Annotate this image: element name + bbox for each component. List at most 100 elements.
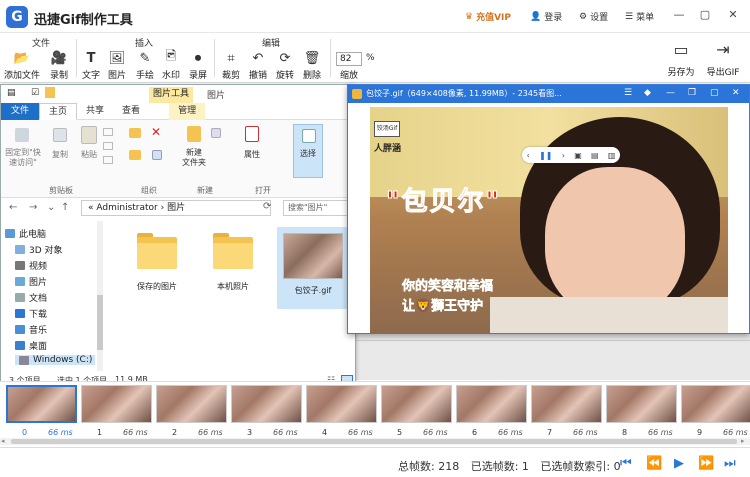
frame-thumbnail[interactable] [531,385,602,423]
maximize-icon[interactable]: ▢ [698,8,712,22]
add-file-button[interactable]: 📂 添加文件 [4,50,40,82]
zoom-input[interactable]: 82 [336,52,362,66]
up-arrow-icon[interactable]: ↑ [61,202,69,213]
address-bar[interactable]: « Administrator › 图片 [81,200,271,216]
next-icon[interactable]: › [562,151,565,160]
hamburger-icon: ☰ [625,11,634,22]
play-icon[interactable]: ▶ [674,456,684,471]
frame-thumbnail[interactable] [81,385,152,423]
watermark-button[interactable]: 🖻 水印 [156,49,186,81]
save-icon[interactable]: ▣ [574,151,582,160]
settings-button[interactable]: ⚙ 设置 [579,10,608,24]
frame-thumbnail[interactable] [456,385,527,423]
tab-file[interactable]: 文件 [1,103,40,120]
crop-button[interactable]: ⌗ 裁剪 [216,50,246,82]
copy-icon[interactable]: ▤ [591,151,599,160]
pin-quick-access-button[interactable]: 固定到"快 速访问" [1,148,45,168]
copy-button[interactable]: 复制 [49,150,71,160]
forward-arrow-icon[interactable]: → [29,202,37,213]
nav-documents[interactable]: 文档 [15,291,47,304]
login-button[interactable]: 👤 登录 [530,10,562,24]
record-screen-button[interactable]: ⏺ 录屏 [183,50,213,82]
rotate-button[interactable]: ⟳ 旋转 [270,50,300,82]
nav-desktop[interactable]: 桌面 [15,339,47,352]
gif-preview-image: 饺汤Gif 人胖涵 "包贝尔" 你的笑容和幸福 让🦁獅王守护 ‹ ❚❚ › ▣ … [370,107,728,333]
scroll-left-icon[interactable]: ◂ [1,437,5,445]
skin-icon[interactable]: ◆ [644,88,651,98]
frame-number: 4 [322,428,328,437]
close-icon[interactable]: ✕ [726,8,740,22]
minimize-icon[interactable]: — [666,88,675,98]
search-input[interactable]: 搜索"图片" [283,200,351,216]
vip-button[interactable]: ♛ 充值VIP [465,10,511,24]
nav-videos[interactable]: 视频 [15,259,47,272]
delete-icon[interactable]: ▥ [608,151,616,160]
group-open: 打开 [255,186,271,195]
zoom-percent-label: % [366,53,375,63]
group-clipboard: 剪贴板 [49,186,73,195]
frame-thumbnail[interactable] [681,385,750,423]
pause-icon[interactable]: ❚❚ [539,151,552,160]
download-icon [15,309,25,318]
group-organize: 组织 [141,186,157,195]
tab-manage[interactable]: 管理 [169,103,206,120]
nav-this-pc[interactable]: 此电脑 [5,227,46,240]
first-frame-icon[interactable]: ⏮ [620,456,632,471]
selected-frames: 已选帧数: 1 [470,460,529,473]
file-item[interactable]: 保存的图片 [121,227,193,309]
prev-icon[interactable]: ‹ [527,151,530,160]
nav-music[interactable]: 音乐 [15,323,47,336]
rewind-icon[interactable]: ⏪ [646,456,662,471]
gif-viewer-window[interactable]: 包饺子.gif（649×408像素, 11.99MB）- 2345看图... ☰… [347,84,750,334]
delete-x-icon[interactable]: ✕ [151,125,161,139]
properties-button[interactable]: 属性 [241,150,263,160]
nav-downloads[interactable]: 下载 [15,307,47,320]
tab-share[interactable]: 共享 [77,103,113,120]
back-arrow-icon[interactable]: ← [9,202,17,213]
file-item-selected[interactable]: 包饺子.gif [277,227,349,309]
menu-button[interactable]: ☰ 菜单 [625,10,654,24]
frame-thumbnail[interactable] [231,385,302,423]
pen-icon: ✎ [139,50,151,66]
copy-icon [53,128,67,142]
folder-icon [137,233,177,269]
record-button[interactable]: 🎥 录制 [44,50,74,82]
frame-strip-scrollbar-thumb[interactable] [11,439,737,444]
chevron-down-icon[interactable]: ⌄ [47,202,55,213]
explorer-window[interactable]: ▤ ☑ 图片工具 图片 文件 主页 共享 查看 管理 固定到"快 速访问" 复制… [0,84,356,390]
undo-button[interactable]: ↶ 撤销 [243,50,273,82]
scroll-right-icon[interactable]: ▸ [741,437,745,445]
paste-button[interactable]: 粘贴 [77,150,101,160]
nav-windows-c[interactable]: Windows (C:) [15,355,95,365]
frame-delay: 66 ms [198,428,223,437]
frame-thumbnail[interactable] [381,385,452,423]
maximize-icon[interactable]: ▢ [710,88,719,98]
frame-number: 1 [97,428,103,437]
tab-view[interactable]: 查看 [113,103,149,120]
nav-3d-objects[interactable]: 3D 对象 [15,243,63,256]
file-item[interactable]: 本机照片 [197,227,269,309]
close-icon[interactable]: ✕ [732,88,740,98]
menu-icon[interactable]: ☰ [624,88,632,98]
new-folder-button[interactable]: 新建 文件夹 [177,148,211,168]
fast-forward-icon[interactable]: ⏩ [698,456,714,471]
frame-thumbnail[interactable] [6,385,77,423]
last-frame-icon[interactable]: ⏭ [724,456,736,471]
copy-to-icon [129,150,141,160]
minimize-icon[interactable]: — [672,8,686,22]
restore-icon[interactable]: ❐ [688,88,696,98]
tab-home[interactable]: 主页 [39,103,78,120]
refresh-icon[interactable]: ⟳ [263,201,271,212]
save-as-button[interactable]: ▭ 另存为 [666,40,696,79]
frame-delay: 66 ms [648,428,673,437]
frame-thumbnail[interactable] [606,385,677,423]
picture-tools-tab[interactable]: 图片工具 [149,87,193,103]
image-button[interactable]: 🖼 图片 [102,50,132,82]
export-gif-button[interactable]: ⇥ 导出GIF [707,40,740,79]
delete-button[interactable]: 🗑 删除 [297,50,327,82]
nav-pictures[interactable]: 图片 [15,275,47,288]
select-group[interactable]: 选择 [293,124,323,178]
frame-thumbnail[interactable] [156,385,227,423]
nav-scrollbar-thumb[interactable] [97,295,103,350]
frame-thumbnail[interactable] [306,385,377,423]
